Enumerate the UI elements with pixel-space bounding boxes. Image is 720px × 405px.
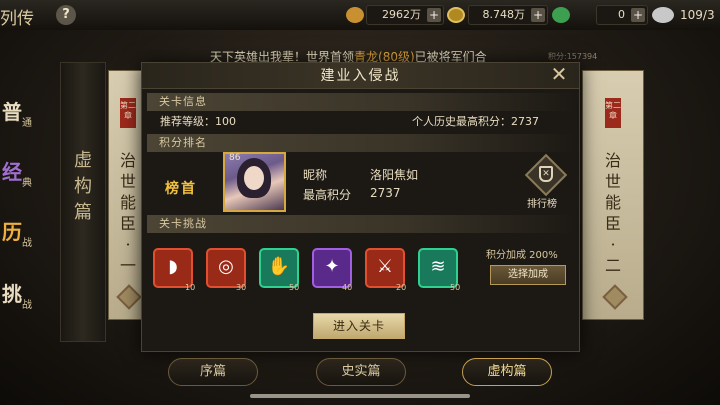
fiction-scroll-title: 虚 构 篇 [70,148,96,226]
shield-icon: ✕ [539,166,553,182]
challenge-heading: 关卡挑战 [147,215,574,233]
copper-value: 2962万 [382,8,421,21]
tab-normal-small: 通 [22,118,32,129]
scroll-char: 虚 [74,150,92,171]
leaderboard-label: 排行榜 [527,199,557,210]
score-bonus-label: 积分加成 200% [486,250,558,261]
enter-level-button[interactable]: 进入关卡 [313,313,405,339]
nickname-value: 洛阳焦如 [370,168,419,182]
tab-normal-big: 普 [2,100,22,124]
ingot-value: 8.748万 [482,8,526,21]
top-score-label: 最高积分 [303,188,352,202]
card-char: 二 [604,256,621,275]
tab-normal[interactable]: 普 通 [0,92,40,136]
chapter-title-right: 治 世 能 臣 · 二 [603,150,623,276]
card-char: 臣 [119,214,136,233]
card-char: 臣 [604,214,621,233]
skill-value: 40 [342,283,353,292]
tab-fiction[interactable]: 虚构篇 [462,358,552,386]
tab-battle[interactable]: 历 战 [0,212,40,256]
card-char: 治 [119,151,136,170]
select-bonus-button[interactable]: 选择加成 [490,265,566,285]
top-bar: 列传 ? 2962万 + 8.748万 + 0 + 109/3 [0,0,720,30]
scroll-char: 构 [74,176,92,197]
help-icon[interactable]: ? [56,5,76,25]
tab-history[interactable]: 史实篇 [316,358,406,386]
top-rank-label: 榜首 [165,181,197,197]
add-copper-button[interactable]: + [427,8,441,22]
tab-challenge-small: 战 [22,300,32,311]
announcement-score: 积分:157394 [548,52,598,61]
tab-prologue[interactable]: 序篇 [168,358,258,386]
target-glyph: ◎ [218,256,234,277]
card-char: 能 [119,193,136,212]
card-char: · [610,235,616,254]
skill-value: 10 [185,283,196,292]
chapter-title-left: 治 世 能 臣 · 一 [118,150,138,276]
card-char: 治 [604,151,621,170]
tab-battle-big: 历 [2,220,22,244]
add-silver-button[interactable]: + [631,8,645,22]
page-title: 列传 [0,9,34,29]
horn-icon[interactable]: ◗ [153,248,193,288]
silver-resource: 0 + [596,5,648,25]
whirl-icon[interactable]: ✦ [312,248,352,288]
portrait-face [244,166,264,190]
tab-challenge-big: 挑 [2,282,22,306]
horn-glyph: ◗ [168,256,178,277]
card-char: 一 [119,256,136,275]
hands-icon[interactable]: ✋ [259,248,299,288]
dialog-title: 建业入侵战 [142,63,579,89]
portrait-level: 86 [229,153,241,163]
whirl-glyph: ✦ [324,256,340,277]
chapter-seal-right: 第二章 [605,98,621,128]
wind-icon[interactable]: ≋ [418,248,458,288]
scroll-char: 篇 [74,202,92,223]
ranking-heading: 积分排名 [147,134,574,152]
skill-value: 50 [450,283,461,292]
recommended-level: 推荐等级：100 [160,113,236,129]
skill-value: 30 [236,283,247,292]
silver-value: 0 [618,8,625,21]
recommended-level-value: 100 [215,115,236,128]
chapter-seal-left: 第二章 [120,98,136,128]
copper-resource: 2962万 + [366,5,444,25]
nickname-label: 昵称 [303,168,328,182]
home-indicator[interactable] [250,394,470,398]
close-icon[interactable]: ✕ [547,63,571,85]
top-score-value: 2737 [370,186,401,200]
gold-coin-icon [447,7,465,23]
tab-battle-small: 战 [22,238,32,249]
tab-classic-big: 经 [2,160,22,184]
personal-best-value: 2737 [511,115,539,128]
tab-classic[interactable]: 经 典 [0,152,40,196]
level-info-heading: 关卡信息 [147,93,574,111]
add-ingot-button[interactable]: + [531,8,545,22]
blade-icon[interactable]: ⚔ [365,248,405,288]
tab-challenge[interactable]: 挑 战 [0,274,40,318]
skill-value: 20 [396,283,407,292]
card-char: 世 [119,172,136,191]
hands-glyph: ✋ [267,256,291,277]
card-char: 能 [604,193,621,212]
card-char: 世 [604,172,621,191]
recommended-level-label: 推荐等级： [160,115,215,128]
personal-best: 个人历史最高积分：2737 [412,113,539,129]
jade-coin-icon [552,7,570,23]
personal-best-label: 个人历史最高积分： [412,115,511,128]
copper-coin-icon [346,7,364,23]
capacity-text: 109/3 [680,8,715,22]
ingot-resource: 8.748万 + [468,5,548,25]
wind-glyph: ≋ [430,256,446,277]
silver-pile-icon [652,7,674,23]
target-icon[interactable]: ◎ [206,248,246,288]
blade-glyph: ⚔ [376,256,394,277]
skill-value: 50 [289,283,300,292]
card-char: · [125,235,131,254]
tab-classic-small: 典 [22,178,32,189]
